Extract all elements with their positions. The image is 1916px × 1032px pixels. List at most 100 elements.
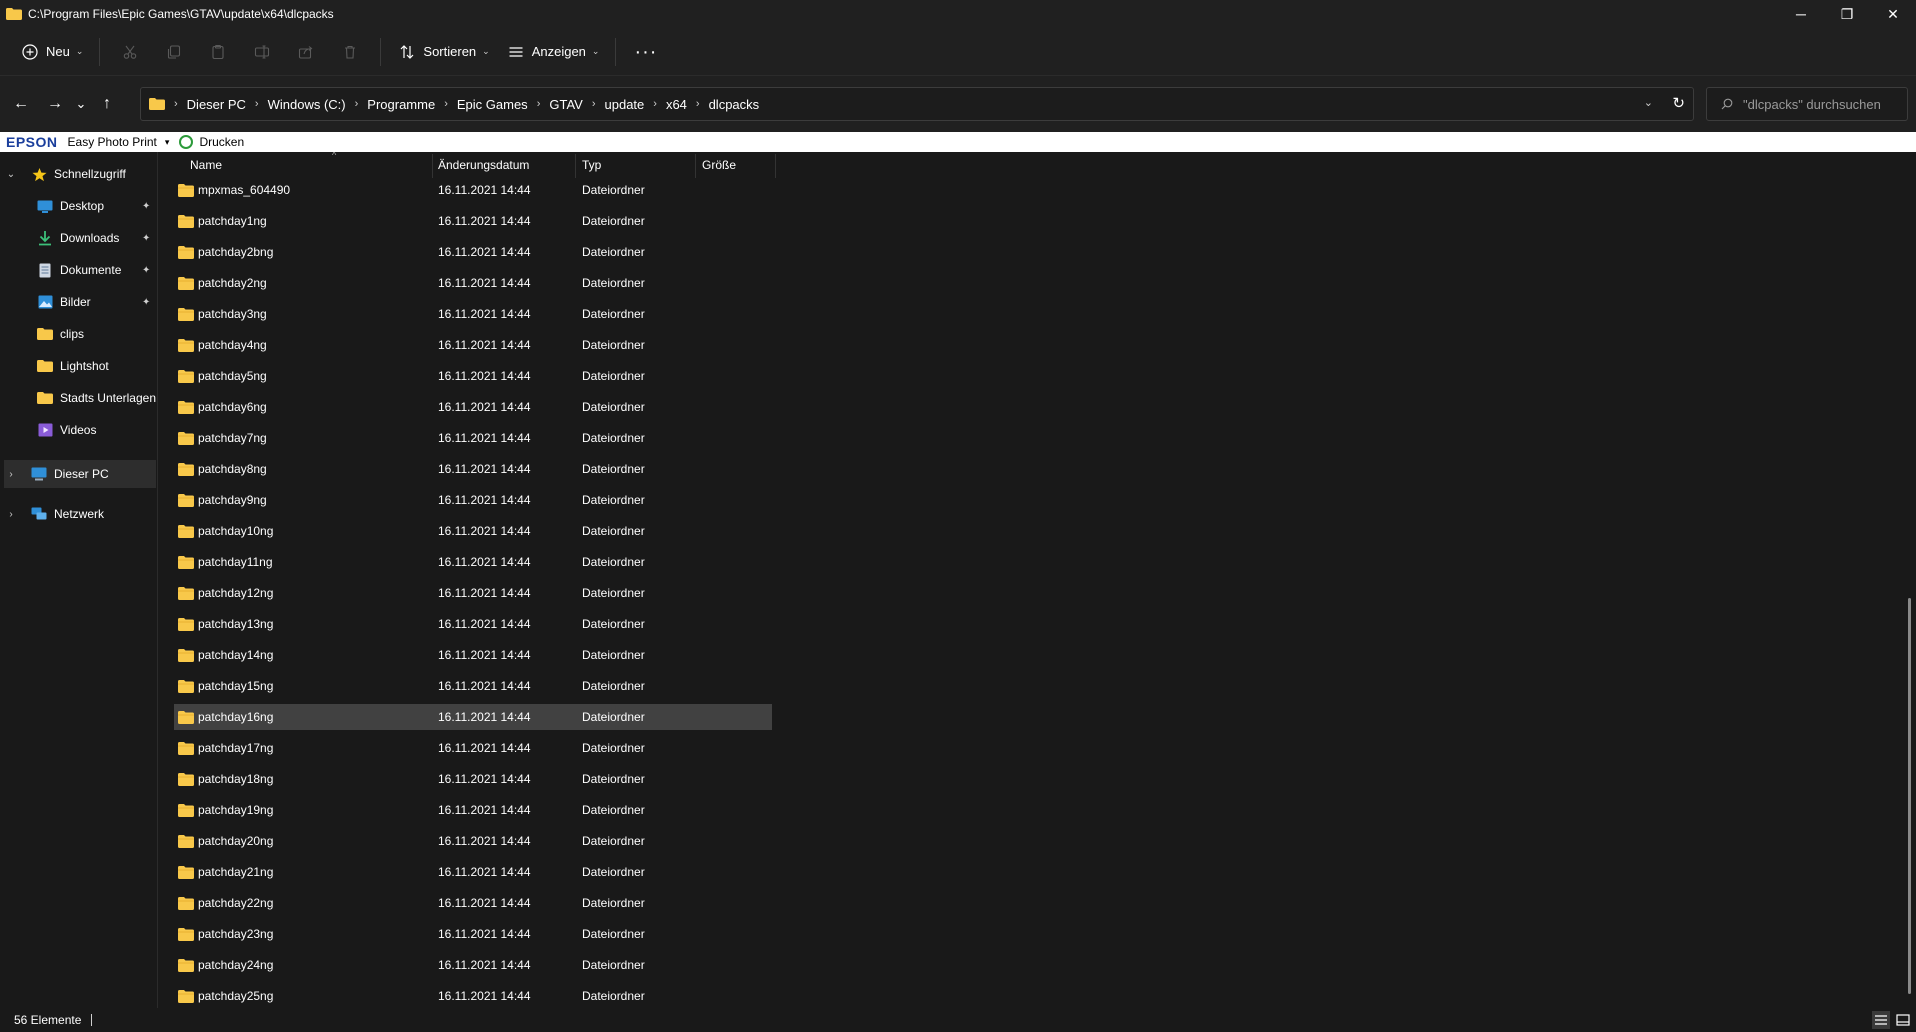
file-row[interactable]: patchday24ng 16.11.2021 14:44 Dateiordner — [174, 952, 772, 978]
column-header-size[interactable]: Größe — [702, 152, 772, 178]
sidebar-item-videos[interactable]: Videos — [36, 416, 156, 444]
file-row[interactable]: patchday23ng 16.11.2021 14:44 Dateiordner — [174, 921, 772, 947]
file-row[interactable]: patchday10ng 16.11.2021 14:44 Dateiordner — [174, 518, 772, 544]
copy-button[interactable] — [152, 34, 196, 70]
file-row[interactable]: patchday6ng 16.11.2021 14:44 Dateiordner — [174, 394, 772, 420]
breadcrumb-separator[interactable]: › — [537, 98, 541, 110]
file-row[interactable]: patchday2ng 16.11.2021 14:44 Dateiordner — [174, 270, 772, 296]
breadcrumb-item[interactable]: GTAV — [549, 97, 582, 112]
file-row[interactable]: patchday25ng 16.11.2021 14:44 Dateiordner — [174, 983, 772, 1008]
breadcrumb-separator[interactable]: › — [255, 98, 259, 110]
file-row[interactable]: patchday15ng 16.11.2021 14:44 Dateiordner — [174, 673, 772, 699]
print-icon[interactable] — [179, 135, 194, 149]
breadcrumb-separator[interactable]: › — [696, 98, 700, 110]
vertical-scrollbar[interactable] — [1908, 598, 1911, 994]
sidebar-item-stadts-unterlagen[interactable]: Stadts Unterlagen — [36, 384, 156, 412]
tiles-view-button[interactable] — [1894, 1011, 1912, 1029]
folder-icon — [178, 679, 194, 693]
breadcrumb-item[interactable]: Programme — [367, 97, 435, 112]
restore-button[interactable]: ❐ — [1824, 0, 1870, 28]
file-row[interactable]: patchday17ng 16.11.2021 14:44 Dateiordner — [174, 735, 772, 761]
breadcrumb-separator[interactable]: › — [653, 98, 657, 110]
file-row[interactable]: mpxmas_604490 16.11.2021 14:44 Dateiordner — [174, 177, 772, 203]
sidebar-item-desktop[interactable]: Desktop ✦ — [36, 192, 156, 220]
file-row[interactable]: patchday3ng 16.11.2021 14:44 Dateiordner — [174, 301, 772, 327]
address-dropdown-button[interactable]: ⌄ — [1644, 96, 1653, 109]
up-button[interactable]: ↑ — [90, 87, 124, 121]
file-row[interactable]: patchday14ng 16.11.2021 14:44 Dateiordner — [174, 642, 772, 668]
sidebar-item-clips[interactable]: clips — [36, 320, 156, 348]
file-row[interactable]: patchday4ng 16.11.2021 14:44 Dateiordner — [174, 332, 772, 358]
breadcrumb-item[interactable]: x64 — [666, 97, 687, 112]
close-button[interactable]: ✕ — [1870, 0, 1916, 28]
breadcrumb-separator[interactable]: › — [444, 98, 448, 110]
file-row[interactable]: patchday12ng 16.11.2021 14:44 Dateiordner — [174, 580, 772, 606]
refresh-button[interactable]: ↻ — [1672, 94, 1685, 112]
breadcrumb-separator[interactable]: › — [355, 98, 359, 110]
file-row[interactable]: patchday22ng 16.11.2021 14:44 Dateiordner — [174, 890, 772, 916]
minimize-button[interactable]: ─ — [1778, 0, 1824, 28]
sidebar-item-lightshot[interactable]: Lightshot — [36, 352, 156, 380]
file-row[interactable]: patchday21ng 16.11.2021 14:44 Dateiordner — [174, 859, 772, 885]
rename-button[interactable] — [240, 34, 284, 70]
recent-locations-button[interactable]: ⌄ — [72, 87, 90, 121]
address-bar[interactable]: › Dieser PC › Windows (C:) › Programme ›… — [140, 87, 1694, 121]
print-button[interactable]: Drucken — [199, 135, 244, 149]
more-options-button[interactable]: ··· — [624, 34, 667, 70]
file-name: patchday12ng — [198, 586, 274, 600]
navigation-pane: ⌄ Schnellzugriff Desktop ✦ Downloads ✦ D… — [0, 152, 158, 1008]
chevron-right-icon[interactable]: › — [4, 509, 18, 520]
breadcrumb-item[interactable]: Epic Games — [457, 97, 528, 112]
epson-dropdown-button[interactable]: ▾ — [165, 137, 170, 148]
file-row[interactable]: patchday7ng 16.11.2021 14:44 Dateiordner — [174, 425, 772, 451]
breadcrumb-item[interactable]: dlcpacks — [709, 97, 760, 112]
back-button[interactable]: ← — [4, 87, 38, 121]
column-divider[interactable] — [432, 154, 433, 178]
details-view-button[interactable] — [1872, 1011, 1890, 1029]
file-date: 16.11.2021 14:44 — [438, 400, 531, 414]
paste-button[interactable] — [196, 34, 240, 70]
column-header-name[interactable]: Name ^ — [190, 152, 430, 178]
breadcrumb-item[interactable]: Dieser PC — [187, 97, 246, 112]
breadcrumb-item[interactable]: Windows (C:) — [268, 97, 346, 112]
column-divider[interactable] — [575, 154, 576, 178]
search-box[interactable] — [1706, 87, 1908, 121]
sidebar-item-documents[interactable]: Dokumente ✦ — [36, 256, 156, 284]
share-button[interactable] — [284, 34, 328, 70]
forward-button[interactable]: → — [38, 87, 72, 121]
chevron-down-icon[interactable]: ⌄ — [4, 169, 18, 180]
column-divider[interactable] — [775, 154, 776, 178]
column-divider[interactable] — [695, 154, 696, 178]
delete-button[interactable] — [328, 34, 372, 70]
breadcrumb-separator[interactable]: › — [592, 98, 596, 110]
sidebar-item-quick-access[interactable]: ⌄ Schnellzugriff — [4, 160, 154, 188]
sidebar-item-network[interactable]: › Netzwerk — [4, 500, 156, 528]
file-row[interactable]: patchday9ng 16.11.2021 14:44 Dateiordner — [174, 487, 772, 513]
file-type: Dateiordner — [582, 524, 645, 538]
file-row[interactable]: patchday8ng 16.11.2021 14:44 Dateiordner — [174, 456, 772, 482]
view-button[interactable]: Anzeigen ⌄ — [498, 34, 608, 70]
file-row[interactable]: patchday5ng 16.11.2021 14:44 Dateiordner — [174, 363, 772, 389]
file-name: patchday23ng — [198, 927, 274, 941]
column-header-type[interactable]: Typ — [582, 152, 692, 178]
file-row[interactable]: patchday20ng 16.11.2021 14:44 Dateiordner — [174, 828, 772, 854]
easy-photo-print-button[interactable]: Easy Photo Print — [68, 135, 157, 149]
search-input[interactable] — [1743, 96, 1903, 112]
column-header-date[interactable]: Änderungsdatum — [438, 152, 568, 178]
breadcrumb-item[interactable]: update — [605, 97, 645, 112]
rename-icon — [255, 44, 270, 59]
sidebar-item-this-pc[interactable]: › Dieser PC — [4, 460, 156, 488]
file-row[interactable]: patchday18ng 16.11.2021 14:44 Dateiordner — [174, 766, 772, 792]
sidebar-item-pictures[interactable]: Bilder ✦ — [36, 288, 156, 316]
sidebar-item-downloads[interactable]: Downloads ✦ — [36, 224, 156, 252]
file-row[interactable]: patchday16ng 16.11.2021 14:44 Dateiordner — [174, 704, 772, 730]
file-row[interactable]: patchday11ng 16.11.2021 14:44 Dateiordner — [174, 549, 772, 575]
sort-button[interactable]: Sortieren ⌄ — [389, 34, 497, 70]
new-button[interactable]: Neu ⌄ — [12, 34, 91, 70]
file-row[interactable]: patchday2bng 16.11.2021 14:44 Dateiordner — [174, 239, 772, 265]
cut-button[interactable] — [108, 34, 152, 70]
file-row[interactable]: patchday13ng 16.11.2021 14:44 Dateiordner — [174, 611, 772, 637]
file-row[interactable]: patchday19ng 16.11.2021 14:44 Dateiordner — [174, 797, 772, 823]
chevron-right-icon[interactable]: › — [4, 469, 18, 480]
file-row[interactable]: patchday1ng 16.11.2021 14:44 Dateiordner — [174, 208, 772, 234]
